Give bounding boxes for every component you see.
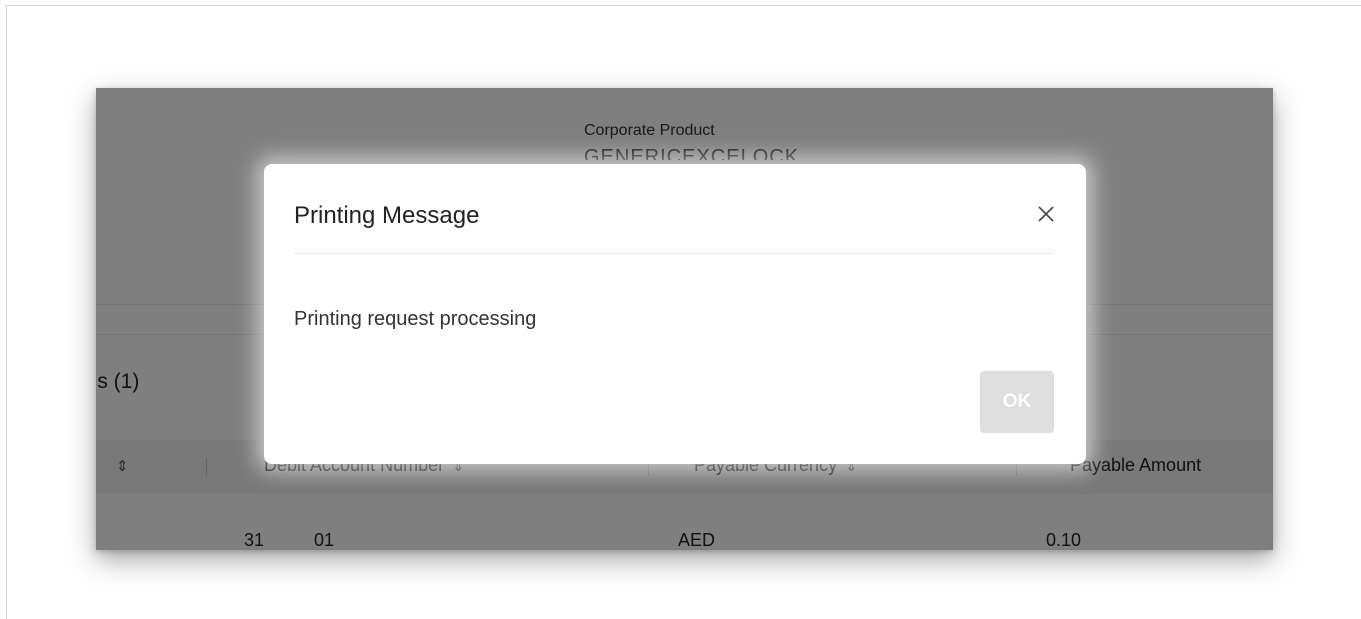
close-icon (1038, 206, 1054, 222)
dialog-title: Printing Message (294, 202, 480, 229)
close-button[interactable] (1032, 200, 1060, 228)
dialog-divider (294, 253, 1054, 254)
dialog-message: Printing request processing (294, 308, 537, 330)
printing-message-dialog: Printing Message Printing request proces… (264, 164, 1086, 464)
app-window: Corporate Product GENERICEXCELOCK ils (1… (96, 88, 1273, 550)
ok-button[interactable]: OK (980, 371, 1054, 433)
